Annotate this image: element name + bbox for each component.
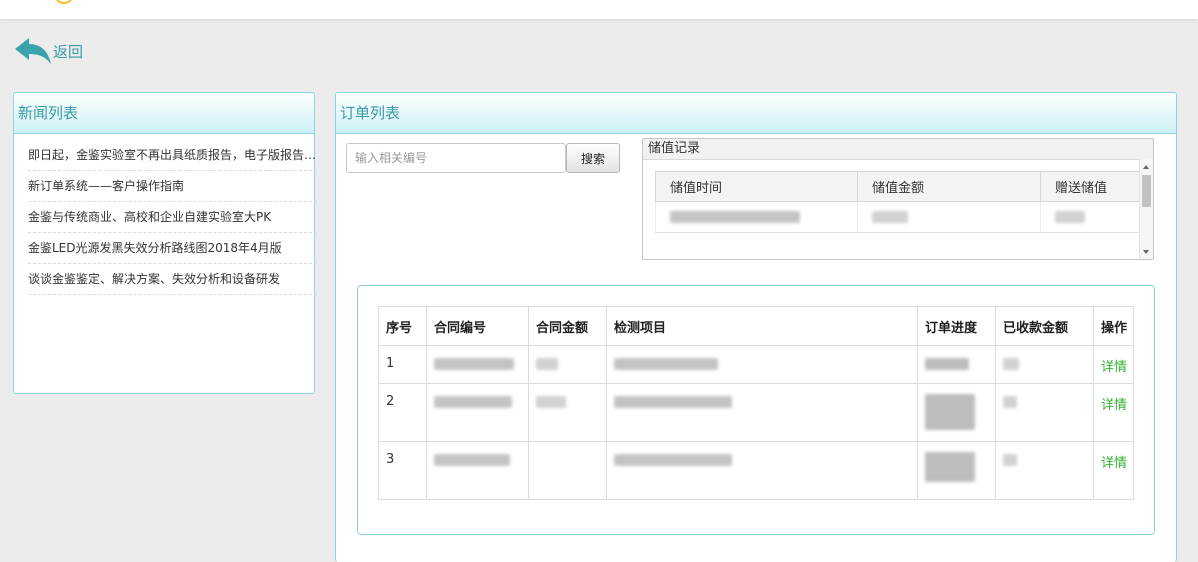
news-item[interactable]: 金鉴与传统商业、高校和企业自建实验室大PK — [28, 202, 317, 233]
detail-link[interactable]: 详情 — [1101, 398, 1127, 413]
col-contract-amount: 合同金额 — [528, 306, 607, 346]
cell-contract-amount — [528, 383, 607, 442]
cell-test-items — [606, 441, 918, 500]
detail-link[interactable]: 详情 — [1101, 360, 1127, 375]
cell-test-items — [606, 345, 918, 384]
cell-received-amount — [995, 441, 1094, 500]
logo-icon[interactable] — [54, 0, 74, 4]
top-header-bar — [0, 0, 1198, 19]
table-row: 2 详情 — [378, 383, 1134, 442]
news-item[interactable]: 谈谈金鉴鉴定、解决方案、失效分析和设备研发 — [28, 264, 317, 295]
order-panel-title: 订单列表 — [336, 93, 1176, 134]
news-item[interactable]: 即日起，金鉴实验室不再出具纸质报告，电子版报告同样具有法律效力 — [28, 140, 317, 171]
table-row: 3 详情 — [378, 441, 1134, 500]
redacted-value — [434, 395, 512, 408]
news-panel-title: 新闻列表 — [14, 93, 314, 134]
scroll-up-arrow-icon[interactable] — [1143, 165, 1149, 169]
news-item[interactable]: 金鉴LED光源发黑失效分析路线图2018年4月版 — [28, 233, 317, 264]
search-button[interactable]: 搜索 — [566, 143, 620, 173]
deposit-record-box: 储值记录 储值时间 储值金额 赠送储值 — [642, 138, 1154, 260]
cell-contract-no — [426, 345, 529, 384]
cell-order-progress — [917, 441, 996, 500]
deposit-table: 储值时间 储值金额 赠送储值 — [655, 171, 1140, 233]
redacted-value — [1003, 357, 1019, 370]
cell-contract-amount — [528, 345, 607, 384]
deposit-col-amount: 储值金额 — [857, 171, 1041, 202]
cell-received-amount — [995, 383, 1094, 442]
news-list: 即日起，金鉴实验室不再出具纸质报告，电子版报告同样具有法律效力 新订单系统——客… — [14, 134, 317, 295]
news-panel: 新闻列表 即日起，金鉴实验室不再出具纸质报告，电子版报告同样具有法律效力 新订单… — [13, 92, 317, 394]
cell-contract-no — [426, 383, 529, 442]
deposit-row — [655, 201, 1140, 233]
redacted-value — [925, 394, 975, 430]
scroll-thumb[interactable] — [1142, 175, 1151, 207]
search-input[interactable] — [346, 143, 566, 173]
redacted-value — [1003, 453, 1017, 466]
redacted-value — [434, 453, 510, 466]
cell-action: 详情 — [1093, 345, 1134, 384]
deposit-cell-time — [655, 201, 858, 233]
redacted-value — [872, 211, 908, 223]
redacted-value — [434, 357, 514, 370]
col-contract-no: 合同编号 — [426, 306, 529, 346]
cell-index: 2 — [378, 383, 427, 442]
cell-index: 3 — [378, 441, 427, 500]
news-item[interactable]: 新订单系统——客户操作指南 — [28, 171, 317, 202]
redacted-value — [614, 395, 732, 408]
detail-link[interactable]: 详情 — [1101, 456, 1127, 471]
redacted-value — [925, 357, 969, 370]
redacted-value — [614, 357, 718, 370]
deposit-col-time: 储值时间 — [655, 171, 858, 202]
redacted-value — [1003, 395, 1017, 408]
cell-contract-amount — [528, 441, 607, 500]
order-table: 序号 合同编号 合同金额 检测项目 订单进度 已收款金额 操作 1 详情 2 详… — [378, 306, 1134, 500]
col-test-items: 检测项目 — [606, 306, 918, 346]
cell-index: 1 — [378, 345, 427, 384]
col-order-progress: 订单进度 — [917, 306, 996, 346]
redacted-value — [925, 452, 975, 482]
col-index: 序号 — [378, 306, 427, 346]
cell-order-progress — [917, 383, 996, 442]
cell-action: 详情 — [1093, 383, 1134, 442]
order-header-row: 序号 合同编号 合同金额 检测项目 订单进度 已收款金额 操作 — [378, 306, 1134, 346]
cell-order-progress — [917, 345, 996, 384]
redacted-value — [614, 453, 732, 466]
col-action: 操作 — [1093, 306, 1134, 346]
table-row: 1 详情 — [378, 345, 1134, 384]
deposit-scrollbar[interactable] — [1139, 159, 1153, 259]
order-table-box: 序号 合同编号 合同金额 检测项目 订单进度 已收款金额 操作 1 详情 2 详… — [357, 285, 1155, 535]
back-label: 返回 — [53, 42, 84, 61]
redacted-value — [1055, 211, 1085, 223]
scroll-down-arrow-icon[interactable] — [1143, 250, 1149, 254]
deposit-header-row: 储值时间 储值金额 赠送储值 — [655, 171, 1140, 202]
redacted-value — [536, 395, 566, 408]
cell-received-amount — [995, 345, 1094, 384]
cell-action: 详情 — [1093, 441, 1134, 500]
deposit-record-title: 储值记录 — [643, 139, 1153, 160]
order-panel: 订单列表 搜索 储值记录 储值时间 储值金额 赠送储值 序号 — [335, 92, 1177, 562]
cell-test-items — [606, 383, 918, 442]
back-button[interactable]: 返回 — [14, 37, 83, 65]
deposit-col-bonus: 赠送储值 — [1040, 171, 1140, 202]
deposit-cell-bonus — [1040, 201, 1140, 233]
redacted-value — [536, 357, 558, 370]
back-arrow-icon — [15, 38, 51, 64]
cell-contract-no — [426, 441, 529, 500]
redacted-value — [670, 211, 800, 223]
deposit-cell-amount — [857, 201, 1041, 233]
col-received-amount: 已收款金额 — [995, 306, 1094, 346]
